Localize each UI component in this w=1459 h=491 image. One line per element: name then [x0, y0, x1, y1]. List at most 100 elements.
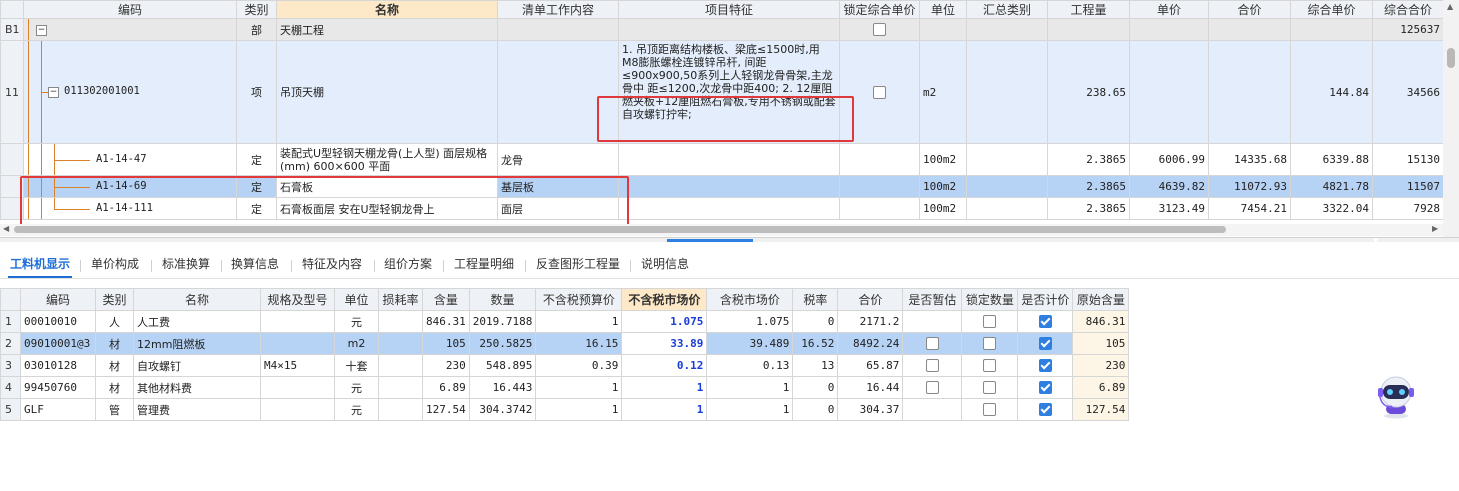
name-cell[interactable]: 管理费 [133, 398, 261, 421]
unit-cell[interactable] [919, 18, 967, 41]
price-cell[interactable]: 4639.82 [1129, 175, 1209, 198]
col-header-total[interactable]: 合价 [1208, 0, 1291, 19]
code-cell[interactable]: 99450760 [20, 376, 96, 399]
qty-cell[interactable]: 238.65 [1047, 40, 1130, 144]
spec-cell[interactable]: M4×15 [260, 354, 335, 377]
tree-cell[interactable]: A1-14-47 [23, 143, 237, 176]
category-cell[interactable]: 人 [95, 310, 134, 333]
comp-price-cell[interactable]: 144.84 [1290, 40, 1373, 144]
market-price-cell[interactable]: 1 [621, 376, 708, 399]
tab-quantity-details[interactable]: 工程量明细 [452, 256, 516, 276]
unit-cell[interactable]: m2 [919, 40, 967, 144]
orig-content-cell[interactable]: 127.54 [1072, 398, 1130, 421]
spec-cell[interactable] [260, 332, 335, 355]
name-cell[interactable]: 人工费 [133, 310, 261, 333]
orig-content-cell[interactable]: 230 [1072, 354, 1130, 377]
provisional-cell[interactable] [902, 332, 963, 355]
col-header-lock-qty[interactable]: 锁定数量 [961, 288, 1019, 311]
col-header-budget-price[interactable]: 不含税预算价 [535, 288, 623, 311]
col-header-tax-market-price[interactable]: 含税市场价 [706, 288, 794, 311]
summary-cell[interactable] [966, 143, 1048, 176]
lock-cell[interactable] [839, 197, 920, 220]
lock-qty-cell[interactable] [961, 398, 1019, 421]
summary-cell[interactable] [966, 175, 1048, 198]
table-row[interactable]: A1-14-47 定 装配式U型轻钢天棚龙骨(上人型) 面层规格(mm) 600… [0, 143, 1443, 176]
work-cell[interactable] [497, 18, 619, 41]
lock-cell[interactable] [839, 18, 920, 41]
col-header-tax-rate[interactable]: 税率 [792, 288, 839, 311]
qty-cell[interactable]: 250.5825 [468, 332, 537, 355]
content-cell[interactable]: 105 [422, 332, 470, 355]
tax-market-price-cell[interactable]: 1 [706, 398, 794, 421]
provisional-cell[interactable] [902, 354, 963, 377]
unit-cell[interactable]: 100m2 [919, 143, 967, 176]
pane-splitter[interactable]: ▼ [0, 237, 1459, 245]
unit-cell[interactable]: 十套 [334, 354, 379, 377]
qty-cell[interactable]: 304.3742 [468, 398, 537, 421]
lock-qty-cell[interactable] [961, 310, 1019, 333]
priced-cell[interactable] [1017, 354, 1074, 377]
budget-price-cell[interactable]: 16.15 [535, 332, 623, 355]
name-cell[interactable]: 其他材料费 [133, 376, 261, 399]
spec-cell[interactable] [260, 398, 335, 421]
lock-qty-checkbox[interactable] [983, 381, 997, 395]
tax-rate-cell[interactable]: 16.52 [792, 332, 839, 355]
lock-qty-checkbox[interactable] [983, 359, 997, 373]
provisional-checkbox[interactable] [925, 359, 939, 373]
loss-cell[interactable] [378, 332, 423, 355]
category-cell[interactable]: 定 [236, 175, 277, 198]
name-cell[interactable]: 装配式U型轻钢天棚龙骨(上人型) 面层规格(mm) 600×600 平面 [276, 143, 498, 176]
tax-rate-cell[interactable]: 0 [792, 398, 839, 421]
price-cell[interactable] [1129, 40, 1209, 144]
scroll-right-icon[interactable]: ▶ [1432, 224, 1438, 233]
feature-cell[interactable] [618, 175, 840, 198]
lock-qty-checkbox[interactable] [983, 337, 997, 351]
name-cell[interactable]: 石膏板 [276, 175, 498, 198]
table-row[interactable]: 4 99450760 材其他材料费元 6.89 16.443 1 1 1 0 16.44 6.89 [0, 376, 1130, 399]
work-cell[interactable]: 面层 [497, 197, 619, 220]
spec-cell[interactable] [260, 376, 335, 399]
orig-content-cell[interactable]: 6.89 [1072, 376, 1130, 399]
scroll-up-icon[interactable]: ▲ [1447, 2, 1453, 11]
work-cell[interactable]: 龙骨 [497, 143, 619, 176]
priced-checkbox[interactable] [1038, 403, 1052, 417]
priced-cell[interactable] [1017, 376, 1074, 399]
feature-cell[interactable]: 1. 吊顶距离结构楼板、梁底≤1500时,用M8膨胀螺栓连镀锌吊杆, 间距≤90… [618, 40, 840, 144]
col-header-name[interactable]: 名称 [133, 288, 261, 311]
lock-cell[interactable] [839, 40, 920, 144]
total-cell[interactable] [1208, 40, 1291, 144]
price-cell[interactable]: 6006.99 [1129, 143, 1209, 176]
unit-cell[interactable]: 元 [334, 398, 379, 421]
category-cell[interactable]: 定 [236, 197, 277, 220]
name-cell[interactable]: 石膏板面层 安在U型轻钢龙骨上 [276, 197, 498, 220]
total-cell[interactable] [1208, 18, 1291, 41]
category-cell[interactable]: 定 [236, 143, 277, 176]
qty-cell[interactable]: 2.3865 [1047, 197, 1130, 220]
market-price-cell[interactable]: 0.12 [621, 354, 708, 377]
tax-rate-cell[interactable]: 13 [792, 354, 839, 377]
col-header-qty[interactable]: 工程量 [1047, 0, 1130, 19]
qty-cell[interactable]: 2019.7188 [468, 310, 537, 333]
content-cell[interactable]: 127.54 [422, 398, 470, 421]
comp-total-cell[interactable]: 11507 [1372, 175, 1443, 198]
tree-cell[interactable]: − 011302001001 [23, 40, 237, 144]
lock-cell[interactable] [839, 175, 920, 198]
provisional-checkbox[interactable] [925, 337, 939, 351]
provisional-cell[interactable] [902, 398, 963, 421]
table-row[interactable]: 5 GLF 管管理费元 127.54 304.3742 1 1 1 0 304.37 127.54 [0, 398, 1130, 421]
scroll-left-icon[interactable]: ◀ [3, 224, 9, 233]
col-header-unit[interactable]: 单位 [334, 288, 379, 311]
priced-cell[interactable] [1017, 332, 1074, 355]
summary-cell[interactable] [966, 197, 1048, 220]
work-cell[interactable]: 基层板 [497, 175, 619, 198]
orig-content-cell[interactable]: 846.31 [1072, 310, 1130, 333]
comp-price-cell[interactable]: 3322.04 [1290, 197, 1373, 220]
horizontal-scrollbar[interactable]: ◀ ▶ [0, 224, 1443, 236]
budget-price-cell[interactable]: 1 [535, 376, 623, 399]
table-row[interactable]: B1 − 部 天棚工程 125637 [0, 18, 1443, 41]
col-header-content[interactable]: 含量 [422, 288, 470, 311]
name-cell[interactable]: 自攻螺钉 [133, 354, 261, 377]
total-cell[interactable]: 11072.93 [1208, 175, 1291, 198]
market-price-cell[interactable]: 1 [621, 398, 708, 421]
total-cell[interactable]: 304.37 [837, 398, 904, 421]
